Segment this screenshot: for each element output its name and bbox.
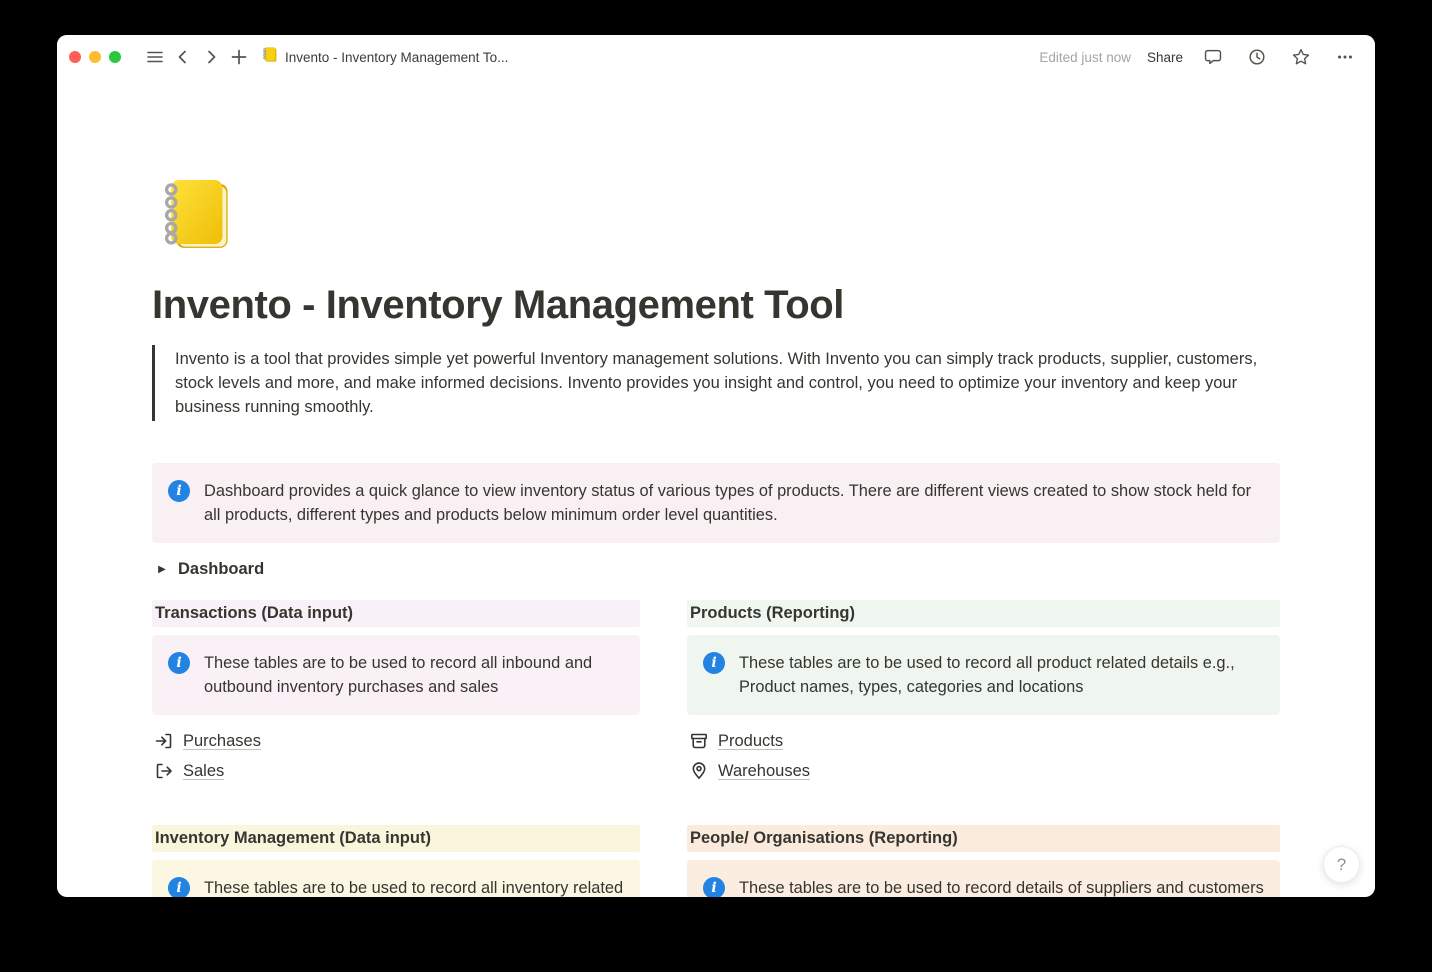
traffic-lights bbox=[69, 51, 121, 63]
minimize-window-button[interactable] bbox=[89, 51, 101, 63]
page-notebook-icon[interactable] bbox=[152, 171, 236, 255]
sidebar-toggle-icon[interactable] bbox=[143, 45, 167, 69]
products-callout: i These tables are to be used to record … bbox=[687, 635, 1280, 715]
info-icon: i bbox=[168, 480, 190, 502]
share-button[interactable]: Share bbox=[1147, 50, 1183, 65]
section-people-organisations: People/ Organisations (Reporting) i Thes… bbox=[687, 825, 1280, 897]
people-organisations-callout-text: These tables are to be used to record de… bbox=[739, 876, 1264, 897]
favorite-star-icon[interactable] bbox=[1289, 45, 1313, 69]
page-link-warehouses[interactable]: Warehouses bbox=[687, 757, 1280, 785]
columns-row-1: Transactions (Data input) i These tables… bbox=[152, 600, 1280, 787]
info-icon: i bbox=[703, 877, 725, 897]
dashboard-callout: i Dashboard provides a quick glance to v… bbox=[152, 463, 1280, 543]
page-title: Invento - Inventory Management Tool bbox=[152, 281, 1280, 329]
columns-row-2: Inventory Management (Data input) i Thes… bbox=[152, 825, 1280, 897]
page-link-products[interactable]: Products bbox=[687, 727, 1280, 755]
link-label[interactable]: Products bbox=[718, 732, 783, 751]
inventory-management-callout: i These tables are to be used to record … bbox=[152, 860, 640, 897]
products-callout-text: These tables are to be used to record al… bbox=[739, 651, 1264, 699]
inventory-management-header: Inventory Management (Data input) bbox=[152, 825, 640, 852]
sign-out-icon bbox=[154, 761, 174, 781]
section-transactions: Transactions (Data input) i These tables… bbox=[152, 600, 640, 787]
forward-icon[interactable] bbox=[199, 45, 223, 69]
section-inventory-management: Inventory Management (Data input) i Thes… bbox=[152, 825, 640, 897]
link-label[interactable]: Purchases bbox=[183, 732, 261, 751]
history-icon[interactable] bbox=[1245, 45, 1269, 69]
info-icon: i bbox=[168, 877, 190, 897]
dashboard-toggle-label: Dashboard bbox=[178, 560, 264, 579]
tab-title: Invento - Inventory Management To... bbox=[285, 50, 508, 65]
location-pin-icon bbox=[689, 761, 709, 781]
section-products: Products (Reporting) i These tables are … bbox=[687, 600, 1280, 787]
titlebar: Invento - Inventory Management To... Edi… bbox=[57, 35, 1375, 79]
transactions-callout-text: These tables are to be used to record al… bbox=[204, 651, 624, 699]
link-label[interactable]: Sales bbox=[183, 762, 224, 781]
page-content: Invento - Inventory Management Tool Inve… bbox=[152, 79, 1280, 897]
sign-in-icon bbox=[154, 731, 174, 751]
archive-box-icon bbox=[689, 731, 709, 751]
people-organisations-callout: i These tables are to be used to record … bbox=[687, 860, 1280, 897]
transactions-callout: i These tables are to be used to record … bbox=[152, 635, 640, 715]
back-icon[interactable] bbox=[171, 45, 195, 69]
close-window-button[interactable] bbox=[69, 51, 81, 63]
link-label[interactable]: Warehouses bbox=[718, 762, 810, 781]
dashboard-toggle[interactable]: ▶ Dashboard bbox=[152, 557, 1280, 582]
zoom-window-button[interactable] bbox=[109, 51, 121, 63]
page-link-purchases[interactable]: Purchases bbox=[152, 727, 640, 755]
dashboard-callout-text: Dashboard provides a quick glance to vie… bbox=[204, 479, 1264, 527]
page-link-sales[interactable]: Sales bbox=[152, 757, 640, 785]
info-icon: i bbox=[168, 652, 190, 674]
intro-quote: Invento is a tool that provides simple y… bbox=[152, 345, 1280, 421]
info-icon: i bbox=[703, 652, 725, 674]
notebook-icon bbox=[261, 46, 278, 68]
edited-status: Edited just now bbox=[1039, 50, 1131, 65]
people-organisations-header: People/ Organisations (Reporting) bbox=[687, 825, 1280, 852]
inventory-management-callout-text: These tables are to be used to record al… bbox=[204, 876, 623, 897]
toggle-caret-icon[interactable]: ▶ bbox=[154, 564, 170, 575]
products-header: Products (Reporting) bbox=[687, 600, 1280, 627]
more-options-icon[interactable] bbox=[1333, 45, 1357, 69]
transactions-header: Transactions (Data input) bbox=[152, 600, 640, 627]
document-tab[interactable]: Invento - Inventory Management To... bbox=[261, 46, 508, 68]
app-window: Invento - Inventory Management To... Edi… bbox=[57, 35, 1375, 897]
help-button[interactable]: ? bbox=[1323, 846, 1360, 883]
comments-icon[interactable] bbox=[1201, 45, 1225, 69]
new-tab-icon[interactable] bbox=[227, 45, 251, 69]
